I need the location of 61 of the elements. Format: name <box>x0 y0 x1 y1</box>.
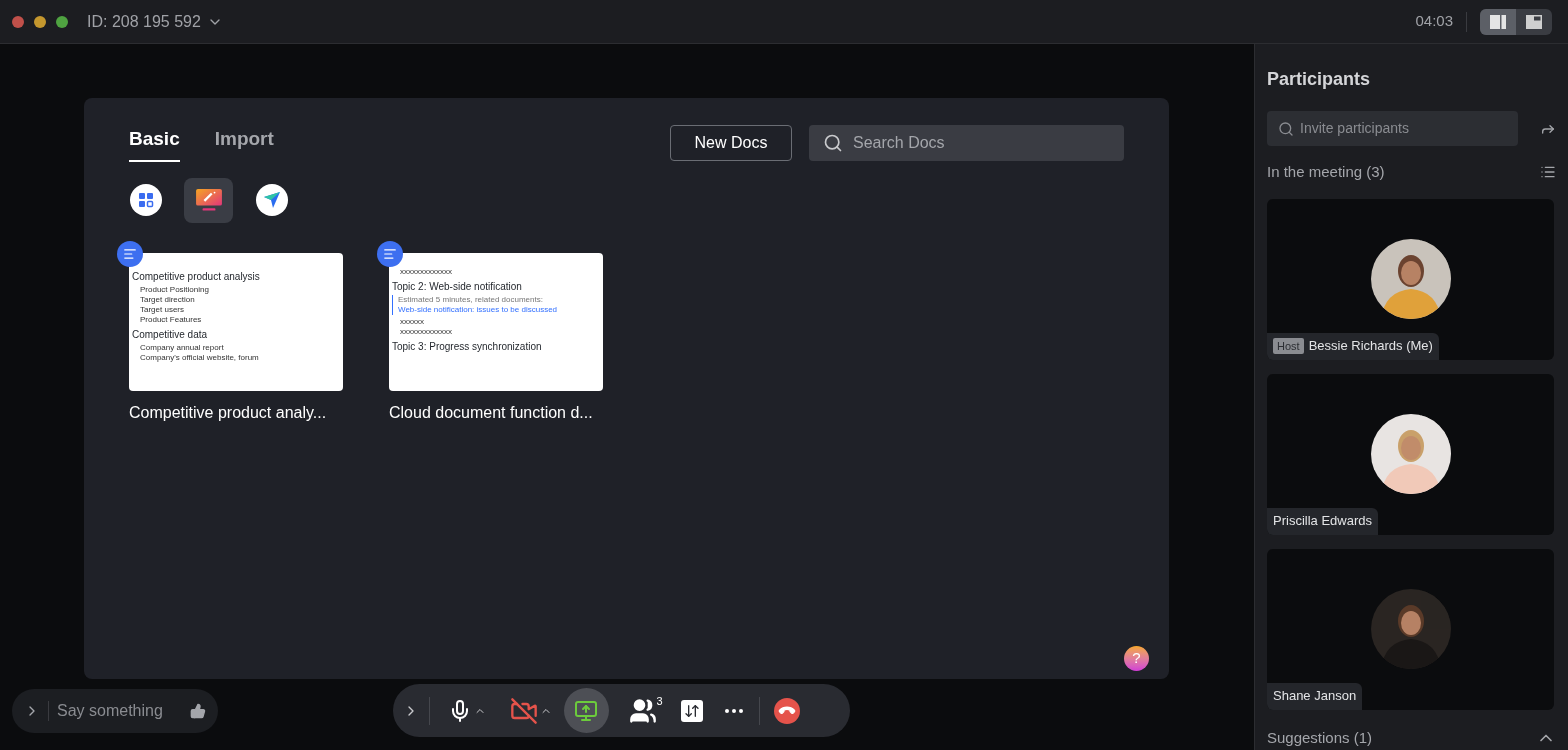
docs-tab[interactable]: Import <box>214 125 274 162</box>
invite-placeholder: Invite participants <box>1300 119 1409 138</box>
document-link[interactable]: Web-side notification: issues to be discussed <box>398 304 600 315</box>
preview-heading: Topic 2: Web-side notification <box>392 280 523 293</box>
camera-off-icon <box>509 696 538 725</box>
text-lines-icon <box>123 246 137 261</box>
app-button[interactable] <box>184 177 233 223</box>
panel-title: Participants <box>1267 68 1372 91</box>
participants-button[interactable]: 3 <box>628 696 663 725</box>
preview-heading: Competitive product analysis <box>132 270 261 283</box>
chat-bar[interactable]: Say something <box>12 688 218 733</box>
share-screen-button[interactable] <box>563 688 609 733</box>
participant-name: Priscilla Edwards <box>1273 512 1372 531</box>
chat-placeholder: Say something <box>57 700 163 721</box>
preview-bullet: Target users <box>139 304 186 315</box>
share-screen-icon <box>574 698 598 723</box>
preview-heading: Competitive data <box>132 328 209 341</box>
picture-in-picture-icon <box>1526 14 1542 29</box>
search-icon <box>1278 120 1294 137</box>
layout-button[interactable] <box>1480 8 1516 35</box>
preview-bullet: Product Positioning <box>139 284 210 295</box>
document-title[interactable]: Competitive product analy... <box>129 400 343 425</box>
end-call-button[interactable] <box>773 697 800 724</box>
document-preview[interactable]: Competitive product analysis Product Positioning Target direction Target users Product Features Competitive data Company annual report Company's official website, forum <box>129 252 343 391</box>
section-heading: In the meeting (3) <box>1267 162 1385 182</box>
participant-name: Shane Janson <box>1273 687 1357 706</box>
search-icon <box>823 133 843 153</box>
more-button[interactable] <box>724 708 743 713</box>
host-tag: Host <box>1273 337 1304 355</box>
participant-count: 3 <box>656 693 663 709</box>
preview-bullet: Product Features <box>139 314 203 325</box>
preview-bullet: Target direction <box>139 294 196 305</box>
search-placeholder: Search Docs <box>853 133 945 153</box>
document-title[interactable]: Cloud document function d... <box>389 400 603 425</box>
meeting-id[interactable]: ID: 208 195 592 <box>87 9 201 34</box>
docs-tab[interactable]: Basic <box>129 125 180 162</box>
invite-field[interactable]: Invite participants <box>1267 111 1518 146</box>
more-icon <box>724 708 743 713</box>
grid-icon <box>129 184 162 216</box>
section-heading: Suggestions (1) <box>1267 727 1373 748</box>
paper-plane-icon <box>255 184 288 216</box>
new-docs-button[interactable]: New Docs <box>670 125 792 161</box>
meeting-timer: 04:03 <box>1415 11 1453 32</box>
preview-text: xxxxxxxxxxxxx <box>399 266 453 277</box>
camera-button[interactable] <box>509 696 552 725</box>
text-lines-icon <box>383 246 397 261</box>
preview-bullet: xxxxxx <box>399 316 425 327</box>
sort-button[interactable] <box>680 699 703 722</box>
people-icon <box>628 696 657 725</box>
participant-name: Bessie Richards (Me) <box>1308 337 1433 356</box>
slides-icon <box>194 188 223 212</box>
preview-note: Estimated 5 minutes, related documents: <box>398 294 544 305</box>
split-view-icon <box>1490 14 1506 29</box>
up-down-arrows-icon <box>683 702 700 719</box>
search-field[interactable]: Search Docs <box>809 125 1124 161</box>
document-preview[interactable]: xxxxxxxxxxxxx Topic 2: Web-side notification Estimated 5 minutes, related documents: Web-side notification: issues to be discussed xxxxxx xxxxxxxxxxxxx Topic 3: Progress synchronization <box>389 252 603 391</box>
thumbs-up-icon[interactable] <box>190 702 206 719</box>
preview-bullet: xxxxxxxxxxxxx <box>399 326 453 337</box>
preview-bullet: Company annual report <box>139 342 225 353</box>
preview-heading: Topic 3: Progress synchronization <box>392 340 543 353</box>
preview-bullet: Company's official website, forum <box>139 352 260 363</box>
